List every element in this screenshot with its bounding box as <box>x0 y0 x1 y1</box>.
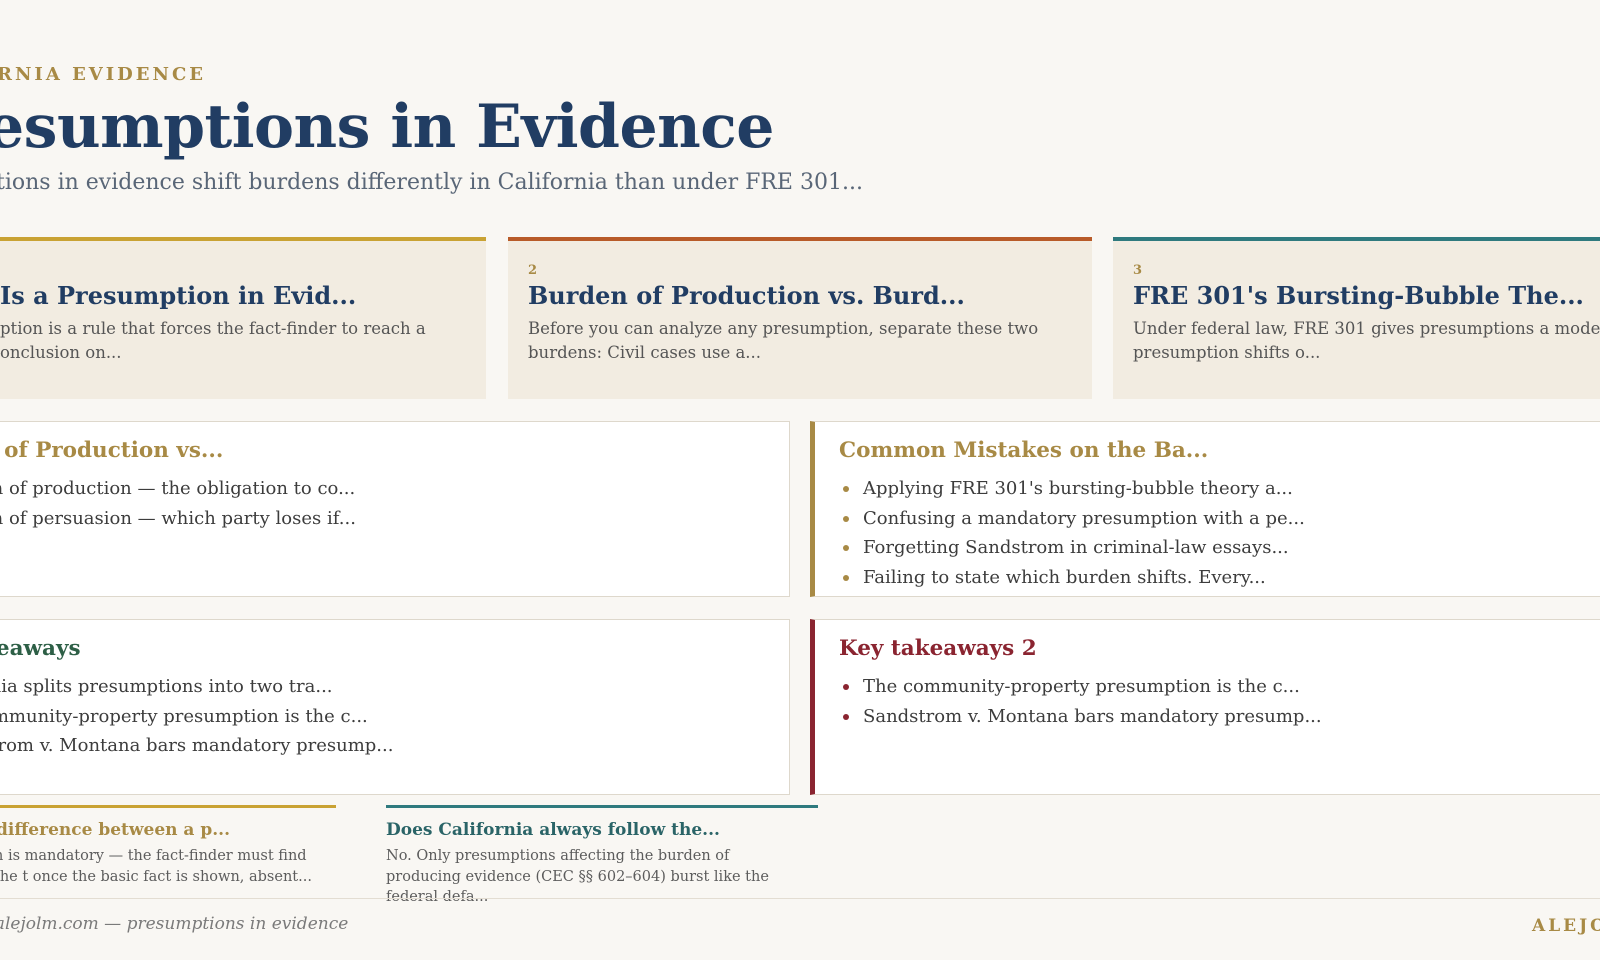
faq-question[interactable]: Does California always follow the... <box>386 820 720 840</box>
footer-text: · alejolm.com — presumptions in evidence <box>0 914 349 934</box>
list-item: Failing to state which burden shifts. Ev… <box>839 563 1305 593</box>
bullet-icon <box>843 486 849 492</box>
bullet-icon <box>843 515 849 522</box>
panel-title: keaways <box>0 636 81 661</box>
faq-answer: n is mandatory — the fact-finder must fi… <box>0 848 312 885</box>
page-eyebrow: RNIA EVIDENCE <box>0 64 206 85</box>
faq-item-2[interactable]: Does California always follow the... No.… <box>386 805 818 905</box>
bullet-icon <box>843 545 849 551</box>
panel-list: The community-property presumption is th… <box>839 672 1322 731</box>
list-item: en of persuasion — which party loses if.… <box>0 507 356 529</box>
panel-title: Key takeaways 2 <box>839 636 1037 661</box>
panel-title: Common Mistakes on the Ba... <box>839 438 1209 463</box>
takeaways-2-panel: Key takeaways 2 The community-property p… <box>810 619 1600 795</box>
list-item: en of production — the obligation to co.… <box>0 478 356 499</box>
topic-card-2[interactable]: 2 Burden of Production vs. Burd... Befor… <box>508 237 1092 399</box>
panel-list: rnia splits presumptions into two tra...… <box>0 672 393 761</box>
card-number: 3 <box>1133 263 1143 278</box>
mistakes-panel: Common Mistakes on the Ba... Applying FR… <box>810 421 1600 597</box>
list-item: ommunity-property presumption is the c..… <box>0 705 368 727</box>
list-item: strom v. Montana bars mandatory presump.… <box>0 735 394 756</box>
topic-card-1[interactable]: Is a Presumption in Evid... ption is a r… <box>0 237 486 399</box>
card-number: 2 <box>528 263 538 278</box>
bullet-icon <box>843 574 849 581</box>
list-item: Confusing a mandatory presumption with a… <box>839 504 1305 534</box>
panel-list: Applying FRE 301's bursting-bubble theor… <box>839 474 1305 592</box>
footer-divider <box>0 898 1600 899</box>
bullet-icon <box>843 713 849 720</box>
card-title: Is a Presumption in Evid... <box>0 281 357 310</box>
footer-brand[interactable]: ALEJO <box>1532 916 1600 936</box>
card-title: Burden of Production vs. Burd... <box>528 281 965 310</box>
list-item: rnia splits presumptions into two tra... <box>0 676 333 697</box>
page-title: esumptions in Evidence <box>0 92 774 162</box>
list-item: Applying FRE 301's bursting-bubble theor… <box>839 474 1305 504</box>
list-item: Forgetting Sandstrom in criminal-law ess… <box>839 533 1305 563</box>
topic-card-3[interactable]: 3 FRE 301's Bursting-Bubble The... Under… <box>1113 237 1600 399</box>
list-item: The community-property presumption is th… <box>839 672 1322 702</box>
faq-item-1[interactable]: difference between a p... n is mandatory… <box>0 805 336 888</box>
card-description: Under federal law, FRE 301 gives presump… <box>1133 319 1600 362</box>
production-panel: n of Production vs... en of production —… <box>0 421 790 597</box>
card-description: Before you can analyze any presumption, … <box>528 319 1039 362</box>
panel-title: n of Production vs... <box>0 438 224 463</box>
faq-question[interactable]: difference between a p... <box>0 820 230 840</box>
page-subtitle: tions in evidence shift burdens differen… <box>0 170 863 195</box>
bullet-icon <box>843 684 849 690</box>
list-item: Sandstrom v. Montana bars mandatory pres… <box>839 702 1322 732</box>
takeaways-panel: keaways rnia splits presumptions into tw… <box>0 619 790 795</box>
panel-list: en of production — the obligation to co.… <box>0 474 356 533</box>
card-title: FRE 301's Bursting-Bubble The... <box>1133 281 1584 310</box>
card-description: ption is a rule that forces the fact-fin… <box>0 319 426 362</box>
